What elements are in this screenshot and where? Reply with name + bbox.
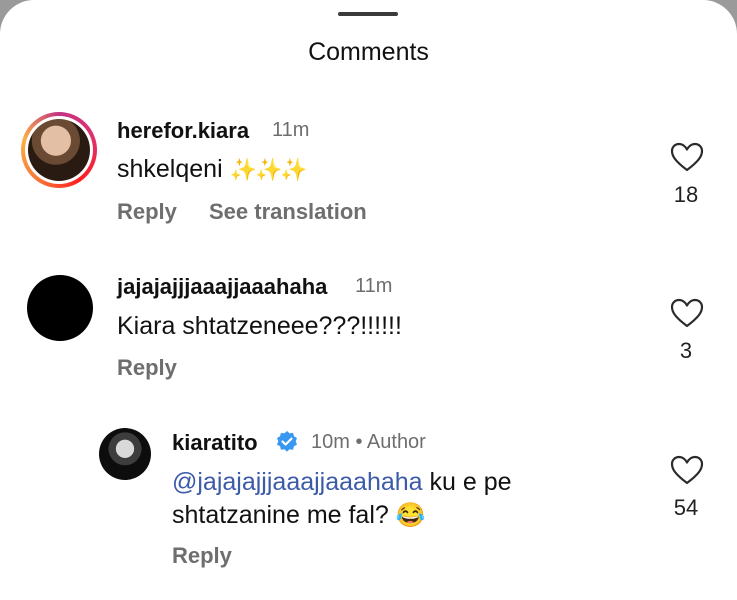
comment-time: 11m: [355, 275, 393, 297]
reply-button[interactable]: Reply: [172, 543, 232, 569]
comment-username[interactable]: kiaratito: [172, 430, 258, 456]
avatar[interactable]: [99, 428, 151, 480]
comment-time: 11m: [272, 119, 310, 141]
see-translation-button[interactable]: See translation: [209, 199, 367, 225]
comment-text: shkelqeni ✨✨✨: [117, 155, 308, 183]
heart-icon[interactable]: [670, 298, 704, 328]
like-count: 54: [673, 495, 699, 520]
avatar[interactable]: [21, 112, 97, 188]
comment-username[interactable]: herefor.kiara: [117, 118, 249, 144]
like-count: 18: [673, 182, 699, 207]
heart-icon[interactable]: [670, 142, 704, 172]
page-title: Comments: [308, 38, 429, 66]
like-count: 3: [679, 338, 693, 363]
comments-sheet: Comments herefor.kiara 11m shkelqeni ✨✨✨…: [0, 0, 737, 600]
heart-icon[interactable]: [670, 455, 704, 485]
drag-handle[interactable]: [338, 12, 398, 16]
laughing-emoji: 😂: [395, 502, 426, 529]
reply-button[interactable]: Reply: [117, 199, 177, 225]
comment-text: Kiara shtatzeneee???!!!!!!: [117, 312, 402, 340]
sparkles-emoji: ✨✨✨: [229, 157, 308, 182]
comment-meta: 10m • Author: [311, 431, 426, 453]
comment-username[interactable]: jajajajjjaaajjaaahaha: [117, 274, 327, 300]
reply-button[interactable]: Reply: [117, 355, 177, 381]
comment-text: @jajajajjjaaajjaaahaha ku e pe shtatzani…: [172, 468, 512, 529]
avatar[interactable]: [27, 275, 93, 341]
verified-badge-icon: [277, 431, 297, 452]
mention-link[interactable]: @jajajajjjaaajjaaahaha: [172, 468, 423, 496]
